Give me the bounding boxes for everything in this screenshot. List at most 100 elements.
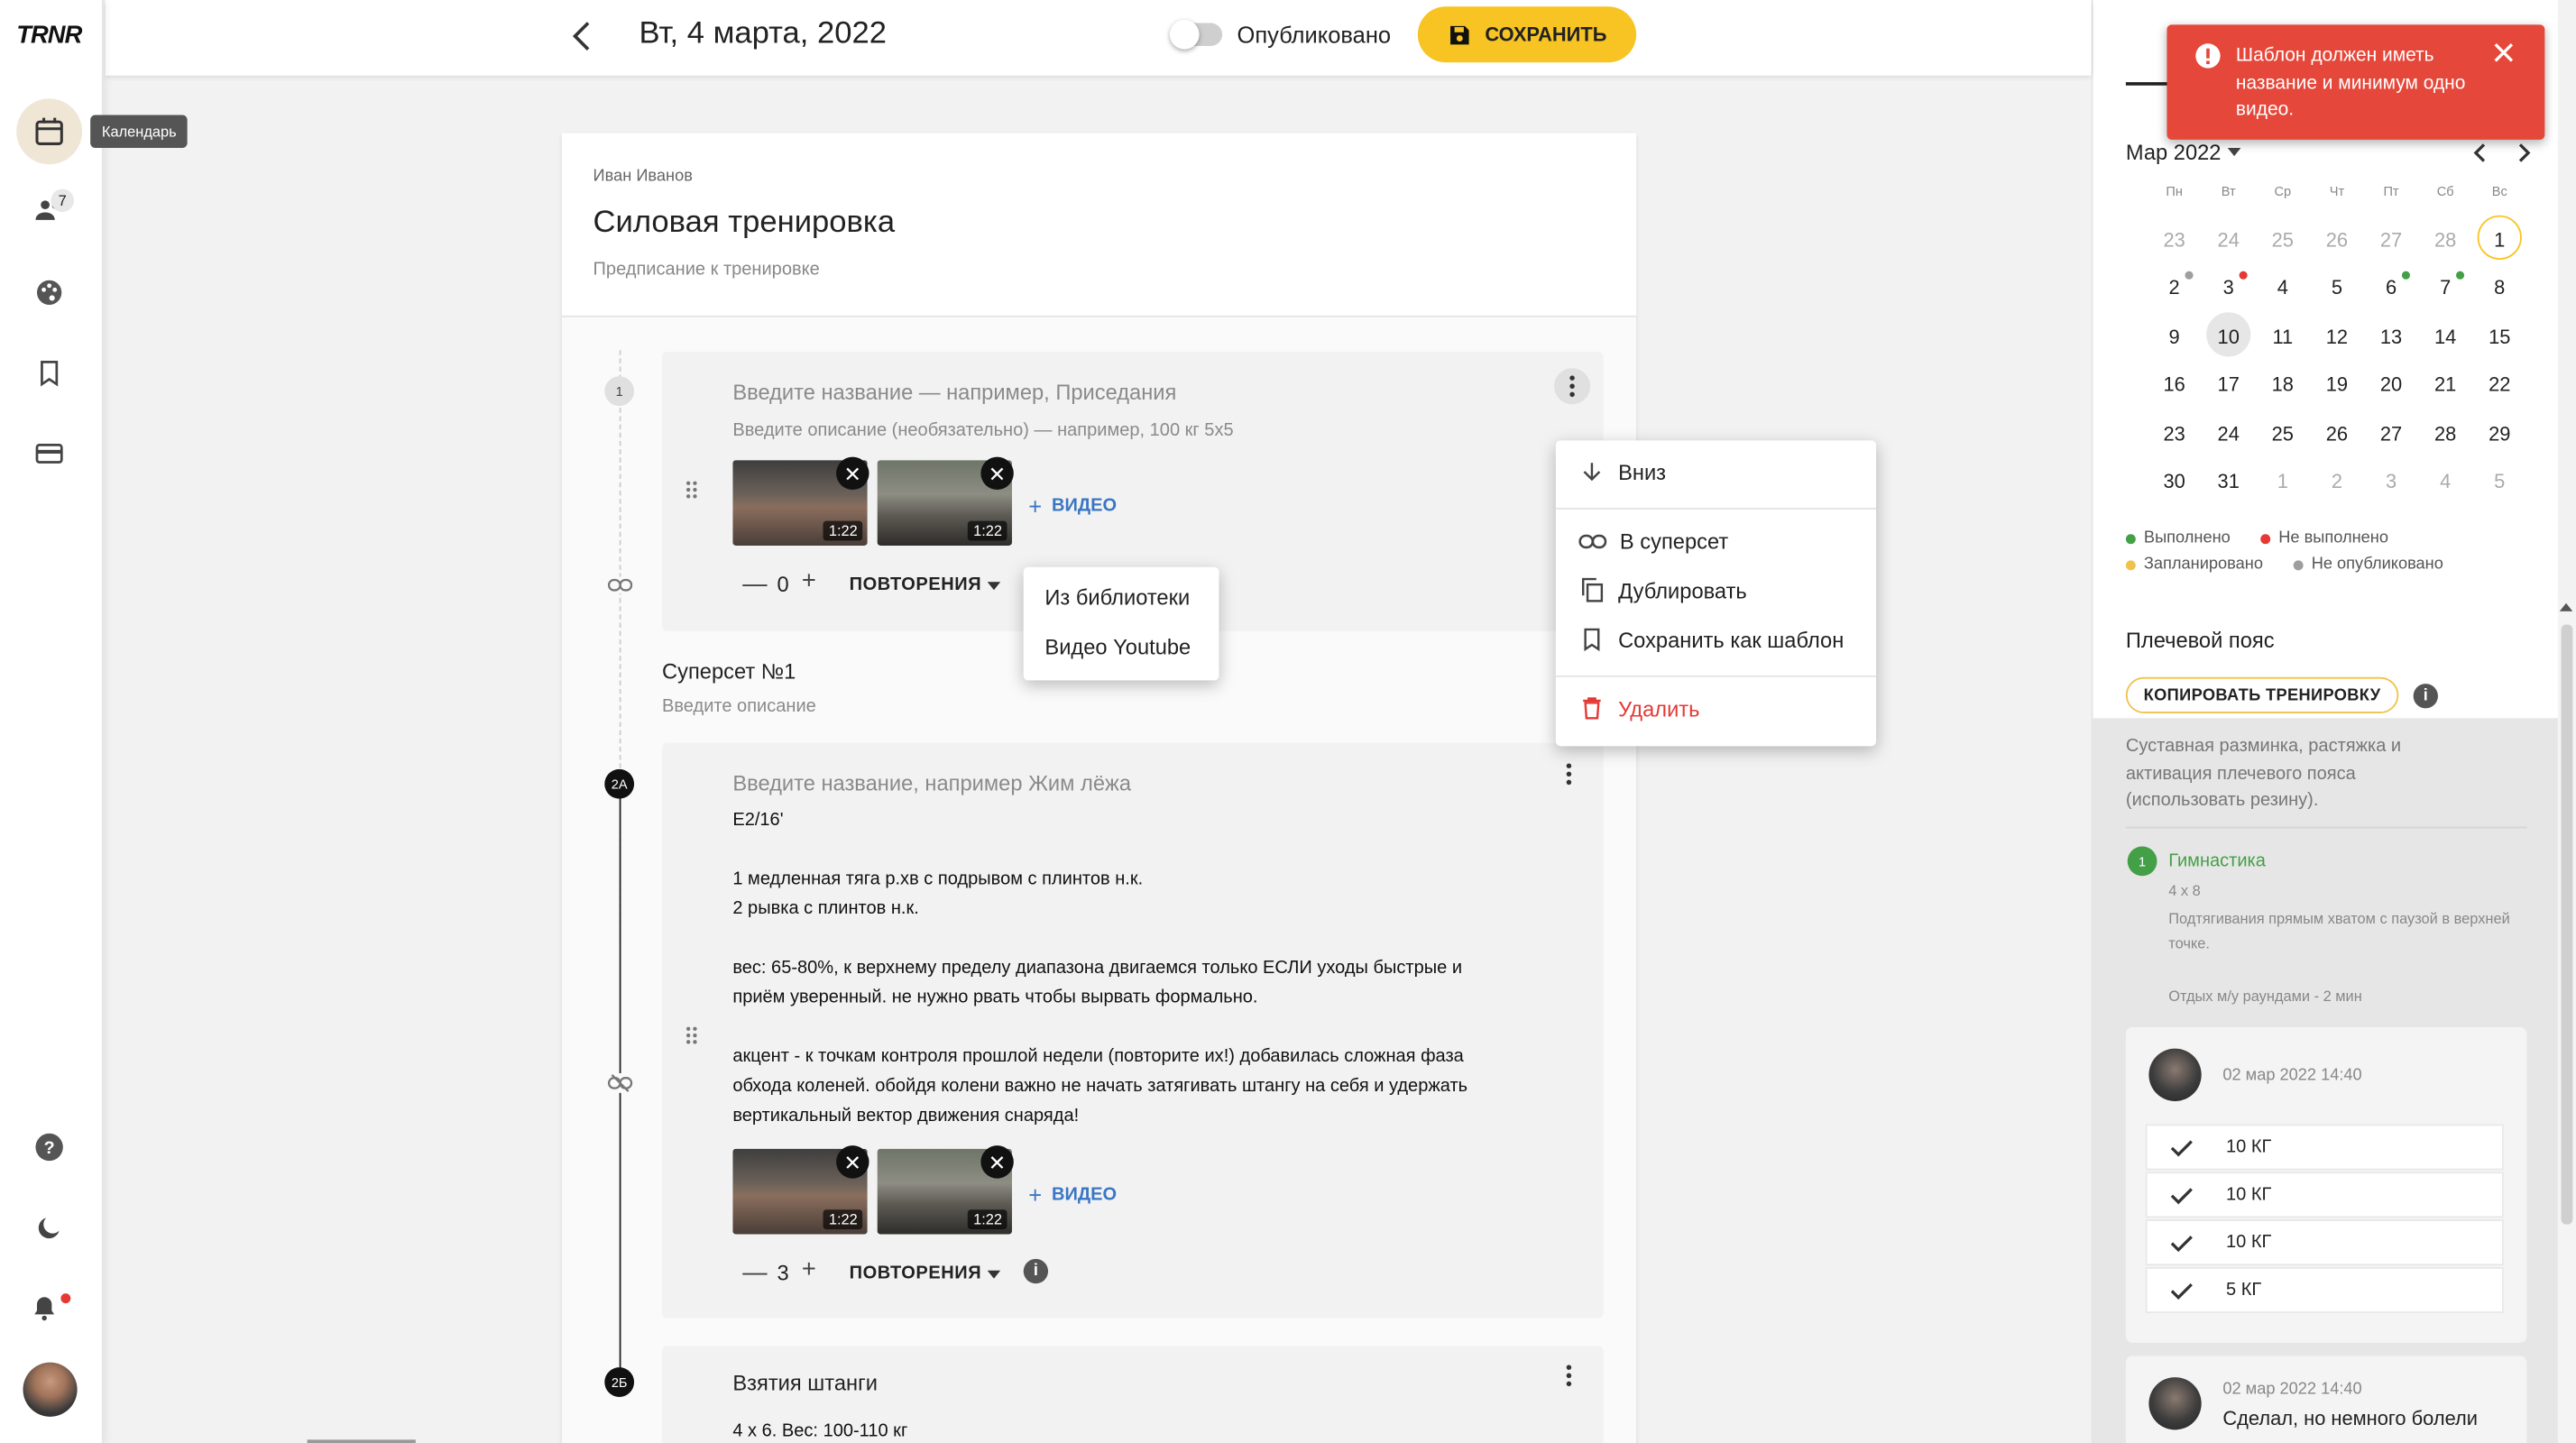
calendar-day[interactable]: 6 bbox=[2364, 263, 2418, 311]
menu-item-move-down[interactable]: Вниз bbox=[1578, 458, 1666, 484]
remove-video-button[interactable]: ✕ bbox=[980, 1145, 1014, 1179]
calendar-day[interactable]: 24 bbox=[2202, 216, 2256, 263]
calendar-day[interactable]: 15 bbox=[2472, 312, 2526, 360]
calendar-day[interactable]: 3 bbox=[2202, 263, 2256, 311]
calendar-day[interactable]: 28 bbox=[2418, 216, 2472, 263]
remove-video-button[interactable]: ✕ bbox=[836, 456, 869, 491]
calendar-day[interactable]: 29 bbox=[2472, 409, 2526, 457]
exercise-menu-button[interactable] bbox=[1554, 368, 1591, 405]
exercise-menu-button[interactable] bbox=[1566, 763, 1572, 786]
nav-clients-button[interactable] bbox=[16, 178, 82, 244]
exercise-name-input[interactable]: Введите название, например Жим лёжа bbox=[732, 771, 1131, 795]
increment-button[interactable]: + bbox=[802, 1255, 816, 1283]
calendar-day[interactable]: 16 bbox=[2148, 361, 2202, 409]
back-button[interactable] bbox=[570, 20, 593, 52]
calendar-day[interactable]: 4 bbox=[2256, 263, 2310, 311]
horizontal-scroll-indicator[interactable] bbox=[307, 1439, 416, 1443]
calendar-day[interactable]: 26 bbox=[2310, 216, 2364, 263]
nav-bookmarks-button[interactable] bbox=[16, 340, 82, 406]
remove-video-button[interactable]: ✕ bbox=[836, 1145, 869, 1179]
calendar-day[interactable]: 12 bbox=[2310, 312, 2364, 360]
reps-count[interactable]: 0 bbox=[777, 572, 789, 596]
reps-type-select[interactable]: ПОВТОРЕНИЯ bbox=[850, 1264, 981, 1283]
calendar-day[interactable]: 26 bbox=[2310, 409, 2364, 457]
nav-dark-mode-button[interactable] bbox=[16, 1195, 82, 1261]
unlink-superset-button[interactable] bbox=[607, 1072, 633, 1093]
calendar-day[interactable]: 2 bbox=[2310, 458, 2364, 506]
menu-item-save-as-template[interactable]: Сохранить как шаблон bbox=[1578, 626, 1844, 652]
calendar-day[interactable]: 5 bbox=[2310, 263, 2364, 311]
superset-title[interactable]: Суперсет №1 bbox=[662, 659, 796, 684]
calendar-day[interactable]: 8 bbox=[2472, 263, 2526, 311]
drag-handle[interactable] bbox=[685, 1025, 699, 1045]
exercise-desc-input[interactable]: Введите описание (необязательно) — напри… bbox=[732, 421, 1233, 441]
calendar-day[interactable]: 4 bbox=[2418, 458, 2472, 506]
calendar-day[interactable]: 7 bbox=[2418, 263, 2472, 311]
toast-close-button[interactable] bbox=[2494, 42, 2514, 62]
superset-link-button[interactable] bbox=[607, 576, 633, 593]
reps-count[interactable]: 3 bbox=[777, 1261, 789, 1285]
workout-title[interactable]: Силовая тренировка bbox=[593, 206, 896, 242]
add-video-button[interactable]: + ВИДЕО bbox=[1028, 493, 1117, 519]
prev-month-button[interactable] bbox=[2472, 143, 2487, 163]
increment-button[interactable]: + bbox=[802, 567, 816, 595]
calendar-day[interactable]: 21 bbox=[2418, 361, 2472, 409]
calendar-day[interactable]: 25 bbox=[2256, 216, 2310, 263]
user-avatar[interactable] bbox=[23, 1362, 78, 1417]
calendar-day[interactable]: 24 bbox=[2202, 409, 2256, 457]
app-logo[interactable]: TRNR bbox=[16, 22, 82, 50]
next-month-button[interactable] bbox=[2516, 143, 2531, 163]
drag-handle[interactable] bbox=[685, 480, 699, 500]
published-toggle[interactable] bbox=[1169, 19, 1223, 50]
menu-item-delete[interactable]: Удалить bbox=[1578, 695, 1699, 722]
exercise-name[interactable]: Гимнастика bbox=[2168, 851, 2266, 871]
add-video-button[interactable]: + ВИДЕО bbox=[1028, 1181, 1117, 1208]
remove-video-button[interactable]: ✕ bbox=[980, 456, 1014, 491]
copy-workout-button[interactable]: КОПИРОВАТЬ ТРЕНИРОВКУ bbox=[2125, 676, 2399, 713]
exercise-description[interactable]: 4 x 6. Вес: 100-110 кг bbox=[732, 1421, 907, 1441]
reps-type-select[interactable]: ПОВТОРЕНИЯ bbox=[850, 575, 981, 595]
exercise-description[interactable]: E2/16' 1 медленная тяга р.хв с подрывом … bbox=[732, 805, 1570, 1131]
superset-desc-input[interactable]: Введите описание bbox=[662, 697, 816, 717]
calendar-day[interactable]: 1 bbox=[2256, 458, 2310, 506]
nav-billing-button[interactable] bbox=[16, 421, 82, 487]
menu-item-from-library[interactable]: Из библиотеки bbox=[1044, 585, 1190, 610]
calendar-day[interactable]: 22 bbox=[2472, 361, 2526, 409]
menu-item-youtube-video[interactable]: Видео Youtube bbox=[1044, 634, 1191, 658]
calendar-day[interactable]: 28 bbox=[2418, 409, 2472, 457]
calendar-day[interactable]: 30 bbox=[2148, 458, 2202, 506]
calendar-day[interactable]: 10 bbox=[2202, 312, 2256, 360]
reps-info-icon[interactable]: i bbox=[1023, 1258, 1049, 1284]
calendar-day[interactable]: 1 bbox=[2472, 215, 2526, 263]
calendar-day[interactable]: 3 bbox=[2364, 458, 2418, 506]
calendar-day[interactable]: 2 bbox=[2148, 263, 2202, 311]
month-select[interactable]: Мар 2022 bbox=[2126, 140, 2241, 164]
calendar-day[interactable]: 18 bbox=[2256, 361, 2310, 409]
calendar-day[interactable]: 25 bbox=[2256, 409, 2310, 457]
nav-help-button[interactable]: ? bbox=[16, 1115, 82, 1181]
calendar-day[interactable]: 5 bbox=[2472, 458, 2526, 506]
calendar-day[interactable]: 31 bbox=[2202, 458, 2256, 506]
reps-type-dropdown-arrow[interactable] bbox=[987, 1270, 1001, 1279]
calendar-day[interactable]: 11 bbox=[2256, 312, 2310, 360]
panel-scrollbar-thumb[interactable] bbox=[2561, 624, 2573, 1225]
nav-notifications-button[interactable] bbox=[12, 1275, 78, 1341]
exercise-name-input[interactable]: Введите название — например, Приседания bbox=[732, 380, 1176, 404]
nav-calendar-button[interactable] bbox=[16, 98, 83, 165]
menu-item-to-superset[interactable]: В суперсет bbox=[1578, 529, 1728, 554]
exercise-name[interactable]: Взятия штанги bbox=[732, 1371, 878, 1395]
nav-palette-button[interactable] bbox=[16, 260, 82, 326]
workout-instruction-input[interactable]: Предписание к тренировке bbox=[593, 260, 820, 280]
calendar-day[interactable]: 20 bbox=[2364, 361, 2418, 409]
calendar-day[interactable]: 27 bbox=[2364, 409, 2418, 457]
decrement-button[interactable]: — bbox=[742, 570, 767, 598]
calendar-day[interactable]: 23 bbox=[2148, 409, 2202, 457]
calendar-day[interactable]: 23 bbox=[2148, 216, 2202, 263]
calendar-day[interactable]: 27 bbox=[2364, 216, 2418, 263]
calendar-day[interactable]: 14 bbox=[2418, 312, 2472, 360]
save-button[interactable]: СОХРАНИТЬ bbox=[1417, 6, 1637, 63]
decrement-button[interactable]: — bbox=[742, 1259, 767, 1287]
scroll-up-arrow[interactable] bbox=[2559, 602, 2573, 611]
calendar-day[interactable]: 13 bbox=[2364, 312, 2418, 360]
calendar-day[interactable]: 19 bbox=[2310, 361, 2364, 409]
